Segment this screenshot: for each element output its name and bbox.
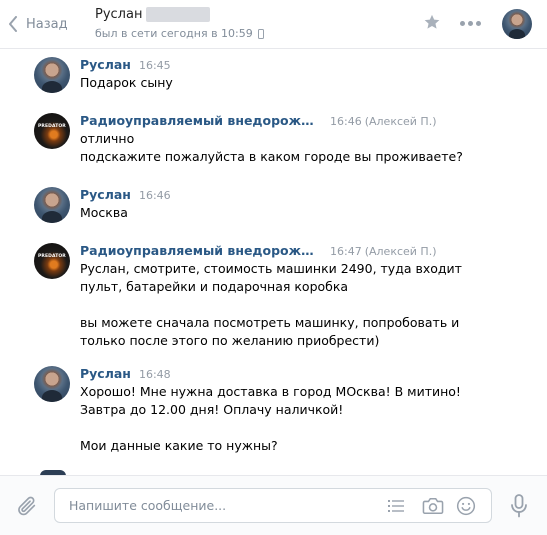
mobile-phone-icon xyxy=(257,28,264,39)
favorite-star-button[interactable] xyxy=(423,13,441,35)
peer-name-row[interactable]: Руслан xyxy=(95,7,211,22)
more-horizontal-icon xyxy=(460,21,465,26)
sender-note: (Алексей П.) xyxy=(364,115,437,128)
message-input-box[interactable] xyxy=(54,488,492,523)
message-meta: Руслан 16:48 xyxy=(80,366,171,381)
user-avatar[interactable] xyxy=(34,187,70,223)
message-time[interactable]: 16:48 xyxy=(139,368,171,381)
user-avatar[interactable] xyxy=(34,57,70,93)
message-text: Хорошо! Мне нужна доставка в город МОскв… xyxy=(80,384,461,453)
message-time[interactable]: 16:45 xyxy=(139,59,171,72)
shop-logo-text: PREDATOR xyxy=(38,254,66,259)
author-name[interactable]: Руслан xyxy=(80,366,131,381)
templates-button[interactable] xyxy=(388,498,404,518)
message-meta: Радиоуправляемый внедорожник-пер... 16:4… xyxy=(80,113,436,128)
message-text: отлично подскажите пожалуйста в каком го… xyxy=(80,131,463,164)
camera-button[interactable] xyxy=(422,496,444,520)
author-name[interactable]: Руслан xyxy=(80,57,131,72)
voice-message-button[interactable] xyxy=(510,494,528,522)
shop-logo-text: PREDATOR xyxy=(38,124,66,129)
message-meta: Радиоуправляемый внедорожник-пер... 16:4… xyxy=(80,243,436,258)
message-text: Подарок сыну xyxy=(80,75,173,90)
smile-icon xyxy=(456,496,476,516)
back-button[interactable]: Назад xyxy=(8,12,68,36)
author-name[interactable]: Радиоуправляемый внедорожник-пер... xyxy=(80,243,322,258)
back-label: Назад xyxy=(26,16,68,32)
shop-avatar[interactable]: PREDATOR xyxy=(34,243,70,279)
peer-avatar[interactable] xyxy=(502,9,532,39)
message-input[interactable] xyxy=(69,489,369,522)
message-text: Москва xyxy=(80,205,128,220)
sender-note: (Алексей П.) xyxy=(364,245,437,258)
message-composer xyxy=(0,475,547,535)
attach-button[interactable] xyxy=(16,495,38,521)
shop-avatar[interactable]: PREDATOR xyxy=(34,113,70,149)
list-icon xyxy=(388,500,404,512)
author-name[interactable]: Радиоуправляемый внедорожник-пер... xyxy=(80,113,322,128)
chevron-left-icon xyxy=(9,16,17,32)
message-time[interactable]: 16:47 xyxy=(330,245,362,258)
chat-header: Назад Руслан был в сети сегодня в 10:59 xyxy=(0,0,547,49)
message-text: Руслан, смотрите, стоимость машинки 2490… xyxy=(80,261,462,348)
peer-status-text: был в сети сегодня в 10:59 xyxy=(95,27,253,40)
star-icon xyxy=(424,14,440,29)
emoji-button[interactable] xyxy=(456,496,476,520)
peer-name[interactable]: Руслан xyxy=(95,7,142,22)
paperclip-icon xyxy=(18,496,36,516)
peer-status: был в сети сегодня в 10:59 xyxy=(95,27,264,40)
message-time[interactable]: 16:46 xyxy=(330,115,362,128)
author-name[interactable]: Руслан xyxy=(80,187,131,202)
user-avatar[interactable] xyxy=(34,366,70,402)
more-actions-button[interactable] xyxy=(460,21,481,26)
message-meta: Руслан 16:46 xyxy=(80,187,171,202)
redacted-surname xyxy=(146,7,211,22)
message-time[interactable]: 16:46 xyxy=(139,189,171,202)
message-meta: Руслан 16:45 xyxy=(80,57,171,72)
microphone-icon xyxy=(511,494,527,518)
camera-icon xyxy=(422,497,444,515)
